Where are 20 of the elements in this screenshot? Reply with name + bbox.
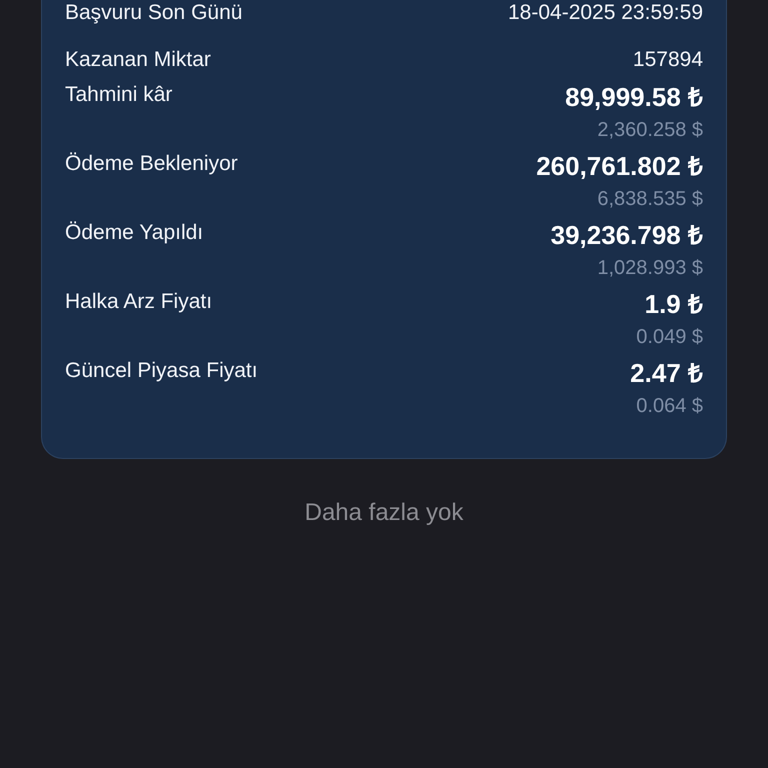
field-label: Kazanan Miktar <box>65 47 211 73</box>
field-label: Tahmini kâr <box>65 82 172 108</box>
usd-value: 2,360.258 $ <box>597 118 703 142</box>
field-label: Başvuru Son Günü <box>65 0 242 26</box>
field-label: Ödeme Yapıldı <box>65 220 204 246</box>
field-label: Halka Arz Fiyatı <box>65 289 212 315</box>
field-value: 260,761.802 ₺ <box>536 151 703 181</box>
end-of-list-text: Daha fazla yok <box>304 498 464 528</box>
field-value: 157894 <box>632 47 703 73</box>
field-label: Ödeme Bekleniyor <box>65 151 238 177</box>
field-value: 2.47 ₺ <box>630 358 703 388</box>
usd-value: 6,838.535 $ <box>597 187 703 211</box>
field-value: 89,999.58 ₺ <box>565 82 703 112</box>
usd-value: 0.049 $ <box>636 325 703 349</box>
field-value: 39,236.798 ₺ <box>550 220 703 250</box>
field-value: 1.9 ₺ <box>644 289 703 319</box>
usd-value: 1,028.993 $ <box>597 256 703 280</box>
field-value: 18-04-2025 23:59:59 <box>508 0 703 26</box>
usd-value: 0.064 $ <box>636 394 703 418</box>
field-label: Güncel Piyasa Fiyatı <box>65 358 258 384</box>
